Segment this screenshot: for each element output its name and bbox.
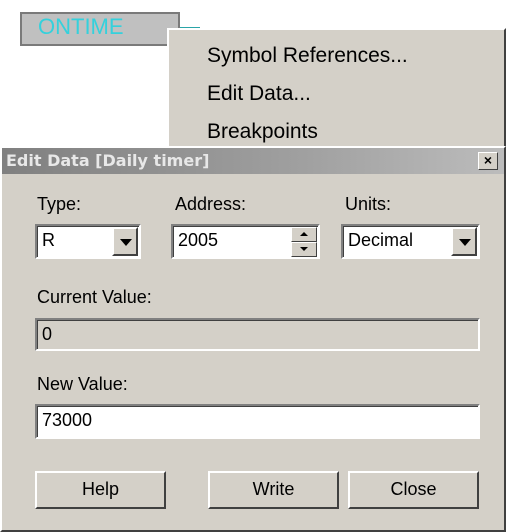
current-value-field: 0	[35, 318, 480, 351]
dialog-title: Edit Data [Daily timer]	[6, 151, 210, 170]
menu-item-breakpoints[interactable]: Breakpoints	[207, 120, 318, 144]
chevron-down-icon[interactable]	[451, 227, 477, 256]
type-select[interactable]: R	[35, 224, 141, 259]
write-button[interactable]: Write	[208, 471, 339, 509]
menu-item-edit-data[interactable]: Edit Data...	[207, 82, 311, 106]
context-menu: Symbol References... Edit Data... Breakp…	[167, 28, 506, 150]
units-select-value: Decimal	[348, 230, 414, 250]
edit-data-dialog: Edit Data [Daily timer] × Type: R Addres…	[0, 146, 506, 532]
dialog-titlebar[interactable]: Edit Data [Daily timer] ×	[2, 148, 504, 174]
address-input[interactable]: 2005	[171, 224, 320, 259]
current-value-label: Current Value:	[37, 287, 152, 307]
spin-down-icon[interactable]	[291, 242, 317, 257]
address-label: Address:	[175, 194, 247, 214]
units-label: Units:	[345, 194, 392, 214]
new-value-label: New Value:	[37, 374, 128, 394]
current-value-text: 0	[42, 324, 53, 344]
type-label: Type:	[37, 194, 82, 214]
spin-up-icon[interactable]	[291, 227, 317, 242]
close-icon[interactable]: ×	[478, 152, 498, 170]
help-button[interactable]: Help	[35, 471, 166, 509]
units-select[interactable]: Decimal	[341, 224, 480, 259]
new-value-text: 73000	[42, 410, 93, 430]
chevron-down-icon[interactable]	[112, 227, 138, 256]
new-value-input[interactable]: 73000	[35, 404, 480, 439]
close-button[interactable]: Close	[348, 471, 479, 509]
type-select-value: R	[42, 230, 55, 250]
menu-item-symbol-references[interactable]: Symbol References...	[207, 44, 408, 68]
ontime-element-label: ONTIME	[38, 14, 124, 39]
address-input-value: 2005	[178, 230, 219, 250]
